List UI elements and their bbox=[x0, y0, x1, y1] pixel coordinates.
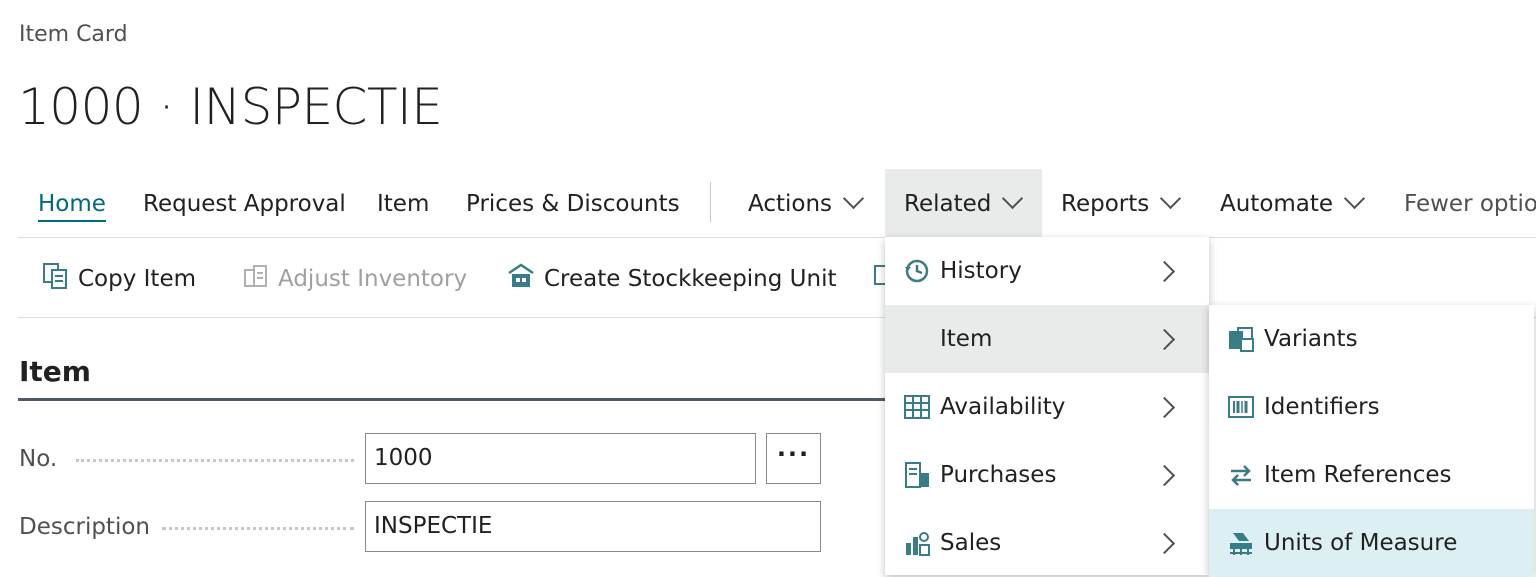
tab-request-approval[interactable]: Request Approval bbox=[143, 169, 346, 237]
breadcrumb: Item Card bbox=[19, 22, 128, 47]
menu-item-sales[interactable]: Sales bbox=[885, 509, 1209, 577]
action-tab-bar: Home Request Approval Item Prices & Disc… bbox=[18, 169, 1536, 238]
copy-item-button[interactable]: Copy Item bbox=[42, 238, 196, 317]
chevron-right-icon bbox=[1153, 464, 1176, 487]
variants-icon bbox=[1229, 327, 1254, 352]
field-leader-dots bbox=[162, 527, 354, 530]
submenu-item-variants-label: Variants bbox=[1264, 326, 1358, 352]
no-lookup-button[interactable]: ··· bbox=[766, 433, 821, 484]
sales-icon bbox=[906, 532, 930, 556]
menu-item-history-label: History bbox=[940, 258, 1022, 284]
availability-grid-icon bbox=[904, 395, 930, 419]
section-divider bbox=[18, 398, 888, 401]
active-tab-underline bbox=[38, 220, 106, 222]
submenu-item-identifiers[interactable]: Identifiers bbox=[1209, 373, 1534, 441]
description-field-label: Description bbox=[19, 514, 150, 540]
chevron-right-icon bbox=[1153, 396, 1176, 419]
submenu-item-units-of-measure-label: Units of Measure bbox=[1264, 530, 1458, 556]
tab-actions-label: Actions bbox=[748, 191, 833, 217]
tab-separator bbox=[710, 182, 711, 222]
units-of-measure-icon bbox=[1230, 533, 1252, 555]
create-stockkeeping-unit-label: Create Stockkeeping Unit bbox=[544, 266, 837, 292]
tab-automate[interactable]: Automate bbox=[1220, 169, 1366, 237]
stockkeeping-unit-icon bbox=[508, 262, 534, 287]
tab-home[interactable]: Home bbox=[38, 169, 106, 237]
no-field-input[interactable]: 1000 bbox=[365, 433, 756, 484]
submenu-item-units-of-measure[interactable]: Units of Measure bbox=[1209, 509, 1534, 577]
menu-item-availability-label: Availability bbox=[940, 394, 1066, 420]
tab-related-label: Related bbox=[904, 191, 992, 217]
chevron-down-icon bbox=[1002, 187, 1024, 210]
purchases-icon bbox=[905, 462, 929, 488]
menu-item-item-label: Item bbox=[940, 326, 993, 352]
chevron-down-icon bbox=[842, 187, 865, 210]
history-icon bbox=[905, 259, 929, 283]
adjust-inventory-button[interactable]: Adjust Inventory bbox=[242, 238, 467, 317]
menu-item-purchases[interactable]: Purchases bbox=[885, 441, 1209, 509]
tab-automate-label: Automate bbox=[1220, 191, 1334, 217]
menu-item-history[interactable]: History bbox=[885, 237, 1209, 305]
tab-prices-discounts[interactable]: Prices & Discounts bbox=[466, 169, 680, 237]
submenu-item-variants[interactable]: Variants bbox=[1209, 305, 1534, 373]
chevron-right-icon bbox=[1153, 532, 1176, 555]
menu-item-sales-label: Sales bbox=[940, 530, 1002, 556]
related-dropdown-menu: History Item Availability Purchases Sale… bbox=[885, 237, 1209, 575]
chevron-down-icon bbox=[1160, 187, 1182, 210]
menu-item-item[interactable]: Item bbox=[885, 305, 1209, 373]
copy-item-icon bbox=[43, 262, 67, 289]
swap-arrows-icon bbox=[1231, 465, 1251, 486]
submenu-item-item-references[interactable]: Item References bbox=[1209, 441, 1534, 509]
page-title: 1000 · INSPECTIE bbox=[18, 78, 443, 136]
section-title-item: Item bbox=[19, 355, 91, 388]
tab-actions[interactable]: Actions bbox=[748, 169, 865, 237]
adjust-inventory-label: Adjust Inventory bbox=[278, 266, 468, 292]
create-stockkeeping-unit-button[interactable]: Create Stockkeeping Unit bbox=[506, 238, 837, 317]
no-field-label: No. bbox=[19, 446, 58, 472]
tab-item[interactable]: Item bbox=[377, 169, 429, 237]
tab-reports[interactable]: Reports bbox=[1061, 169, 1182, 237]
description-field-input[interactable]: INSPECTIE bbox=[365, 501, 821, 552]
item-submenu: Variants Identifiers Item References Uni… bbox=[1209, 305, 1534, 577]
tab-home-label: Home bbox=[38, 191, 106, 217]
barcode-icon bbox=[1228, 396, 1254, 418]
menu-item-purchases-label: Purchases bbox=[940, 462, 1057, 488]
copy-item-label: Copy Item bbox=[78, 266, 197, 292]
tab-reports-label: Reports bbox=[1061, 191, 1150, 217]
submenu-item-identifiers-label: Identifiers bbox=[1264, 394, 1380, 420]
chevron-right-icon bbox=[1153, 260, 1176, 283]
chevron-right-icon bbox=[1153, 328, 1176, 351]
chevron-down-icon bbox=[1343, 187, 1366, 210]
field-leader-dots bbox=[76, 459, 354, 462]
tab-fewer-options[interactable]: Fewer options bbox=[1404, 169, 1536, 237]
menu-item-availability[interactable]: Availability bbox=[885, 373, 1209, 441]
submenu-item-item-references-label: Item References bbox=[1264, 462, 1452, 488]
adjust-inventory-icon bbox=[244, 264, 267, 287]
tab-related[interactable]: Related bbox=[885, 169, 1042, 237]
